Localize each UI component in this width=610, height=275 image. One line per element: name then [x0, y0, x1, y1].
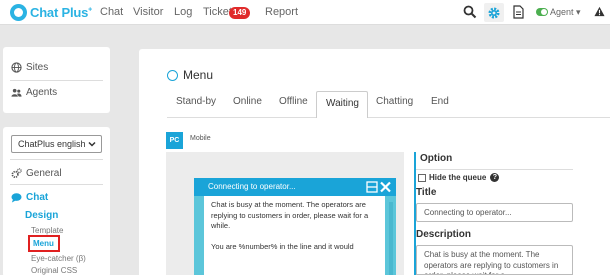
sidebar-main-panel: Sites Agents: [3, 47, 110, 113]
gears-icon: [11, 168, 22, 178]
title-input[interactable]: Connecting to operator...: [416, 203, 573, 222]
device-pc-button[interactable]: PC: [166, 132, 183, 149]
chevron-down-icon: [88, 141, 96, 147]
agent-menu[interactable]: Agent ▾: [550, 7, 581, 18]
settings-button[interactable]: [484, 3, 504, 22]
chat-widget-preview: Connecting to operator... Chat is busy a…: [194, 178, 396, 275]
widget-header-title: Connecting to operator...: [208, 182, 296, 191]
brand-name: Chat Plus: [30, 5, 89, 20]
gear-icon: [488, 7, 500, 19]
tab-offline[interactable]: Offline: [279, 96, 308, 107]
chat-plus-logo-icon: [10, 4, 27, 21]
divider: [10, 80, 103, 81]
sidebar-item-eye-catcher[interactable]: Eye-catcher (β): [31, 254, 86, 263]
nav-ticket[interactable]: Ticket: [203, 6, 232, 18]
document-icon[interactable]: [511, 5, 525, 19]
tab-online[interactable]: Online: [233, 96, 262, 107]
queue-message: You are %number% in the line and it woul…: [211, 242, 354, 251]
page-title: Menu: [167, 68, 213, 82]
warning-icon[interactable]: [594, 6, 605, 17]
tab-waiting[interactable]: Waiting: [316, 91, 368, 118]
nav-report[interactable]: Report: [265, 6, 298, 18]
sidebar-item-sites[interactable]: Sites: [11, 62, 48, 73]
circle-icon: [167, 69, 178, 81]
sidebar-settings-panel: ChatPlus english General Chat Design Tem…: [3, 127, 110, 275]
hide-queue-label: Hide the queue: [429, 173, 487, 182]
widget-scrollbar[interactable]: [389, 202, 393, 275]
help-icon[interactable]: ?: [490, 173, 500, 182]
sidebar-item-label: General: [26, 168, 62, 179]
sidebar-item-general[interactable]: General: [11, 168, 62, 179]
sidebar-item-label: Agents: [26, 87, 58, 98]
agent-label: Agent: [550, 7, 574, 17]
tabs-divider: [167, 117, 610, 118]
logo[interactable]: Chat Plus+: [10, 4, 92, 21]
globe-icon: [11, 62, 22, 73]
search-icon[interactable]: [463, 5, 477, 19]
divider: [416, 169, 573, 170]
device-mobile-button[interactable]: Mobile: [190, 135, 211, 142]
nav-chat[interactable]: Chat: [100, 6, 123, 18]
sidebar-item-label: Menu: [33, 239, 54, 248]
sidebar-item-template[interactable]: Template: [31, 226, 63, 235]
top-bar: Chat Plus+ Chat Visitor Log Ticket 149 R…: [0, 0, 610, 25]
sidebar-item-menu[interactable]: Menu: [28, 235, 60, 252]
divider: [10, 184, 103, 185]
sidebar-item-label: Sites: [26, 62, 49, 73]
ticket-count-badge: 149: [229, 7, 251, 19]
hide-queue-checkbox[interactable]: [418, 173, 426, 182]
tab-end[interactable]: End: [431, 96, 449, 107]
widget-window-controls: [366, 181, 391, 193]
page-title-text: Menu: [183, 68, 214, 82]
site-select-value: ChatPlus english: [18, 139, 86, 149]
site-select[interactable]: ChatPlus english: [11, 135, 102, 153]
tab-label: Waiting: [326, 98, 359, 109]
tab-stand-by[interactable]: Stand-by: [176, 96, 216, 107]
title-label: Title: [416, 187, 437, 198]
close-icon[interactable]: [380, 181, 391, 193]
nav-visitor[interactable]: Visitor: [133, 6, 163, 18]
sidebar-item-label: Chat: [26, 192, 49, 203]
nav-log[interactable]: Log: [174, 6, 192, 18]
agent-status-toggle[interactable]: [536, 8, 548, 16]
description-text: Chat is busy at the moment. The operator…: [424, 250, 559, 274]
tab-chatting[interactable]: Chatting: [376, 96, 413, 107]
sidebar-item-design[interactable]: Design: [25, 210, 58, 221]
widget-preview-area: Connecting to operator... Chat is busy a…: [166, 152, 404, 275]
widget-header: Connecting to operator...: [194, 178, 396, 196]
busy-message: Chat is busy at the moment. The operator…: [211, 200, 369, 230]
chat-bubble-icon: [11, 193, 22, 203]
sidebar-item-agents[interactable]: Agents: [11, 87, 57, 98]
sidebar-item-original-css[interactable]: Original CSS: [31, 266, 77, 275]
users-icon: [11, 88, 22, 97]
sidebar-item-chat[interactable]: Chat: [11, 192, 48, 203]
minimize-icon[interactable]: [366, 181, 378, 193]
description-label: Description: [416, 229, 472, 240]
divider: [10, 159, 103, 160]
option-heading: Option: [420, 153, 453, 164]
hide-queue-option[interactable]: Hide the queue ?: [418, 173, 500, 182]
main-panel: Menu Stand-by Online Offline Waiting Cha…: [139, 49, 610, 275]
brand-mark: +: [88, 6, 93, 14]
description-textarea[interactable]: Chat is busy at the moment. The operator…: [416, 245, 573, 275]
